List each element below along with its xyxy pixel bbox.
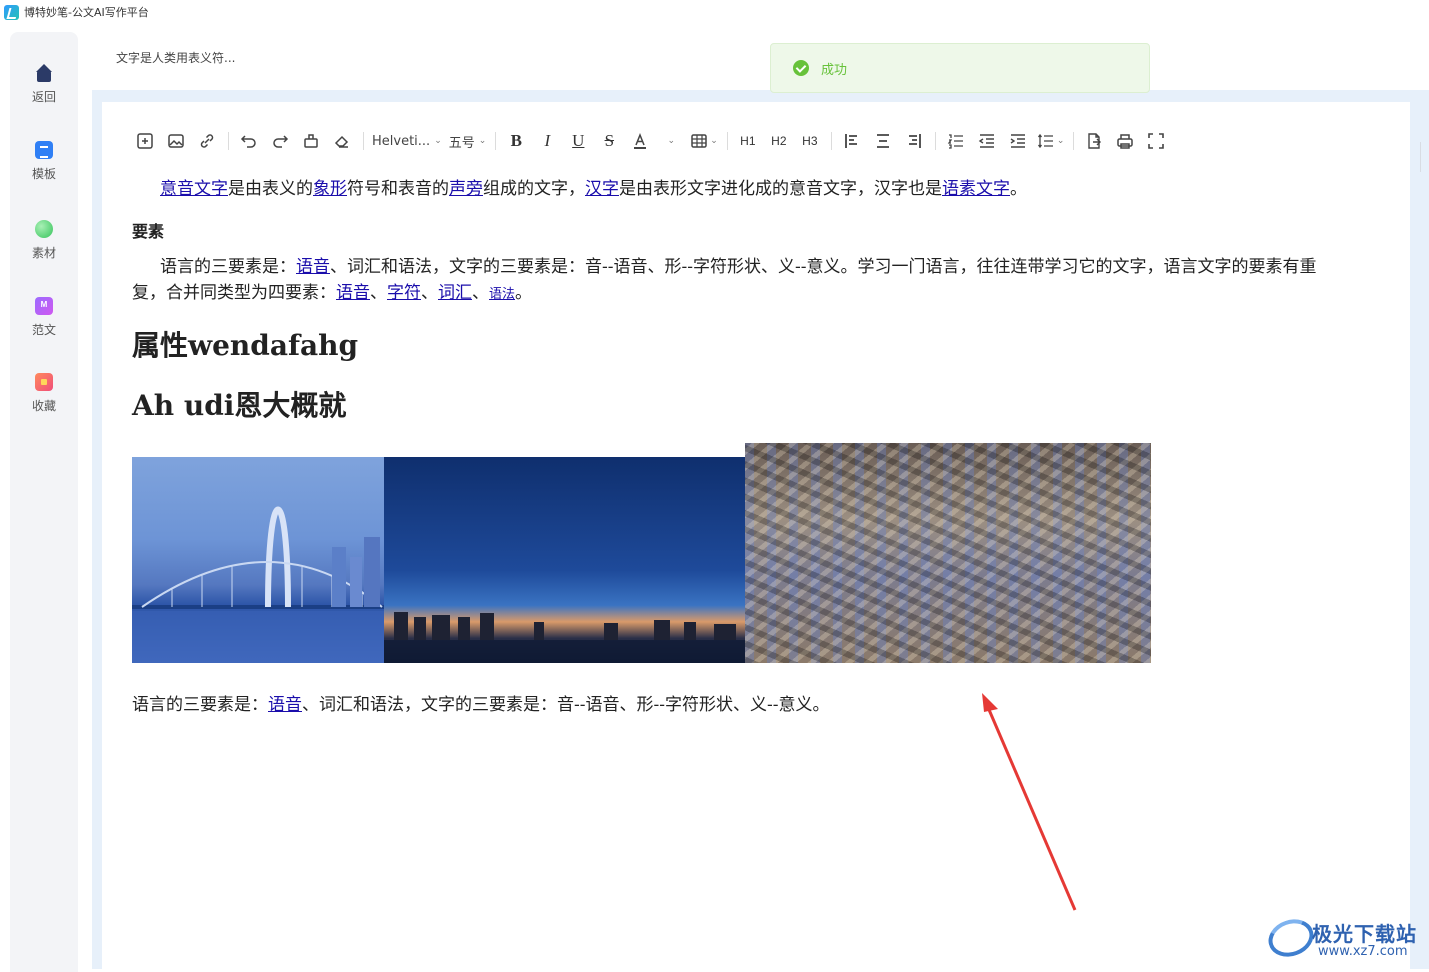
watermark: 极光下载站 www.xz7.com bbox=[1263, 913, 1423, 964]
watermark-url: www.xz7.com bbox=[1318, 944, 1408, 959]
watermark-title: 极光下载站 bbox=[1312, 922, 1417, 946]
watermark-logo-icon bbox=[1263, 913, 1319, 963]
red-arrow-annotation bbox=[982, 693, 1077, 911]
